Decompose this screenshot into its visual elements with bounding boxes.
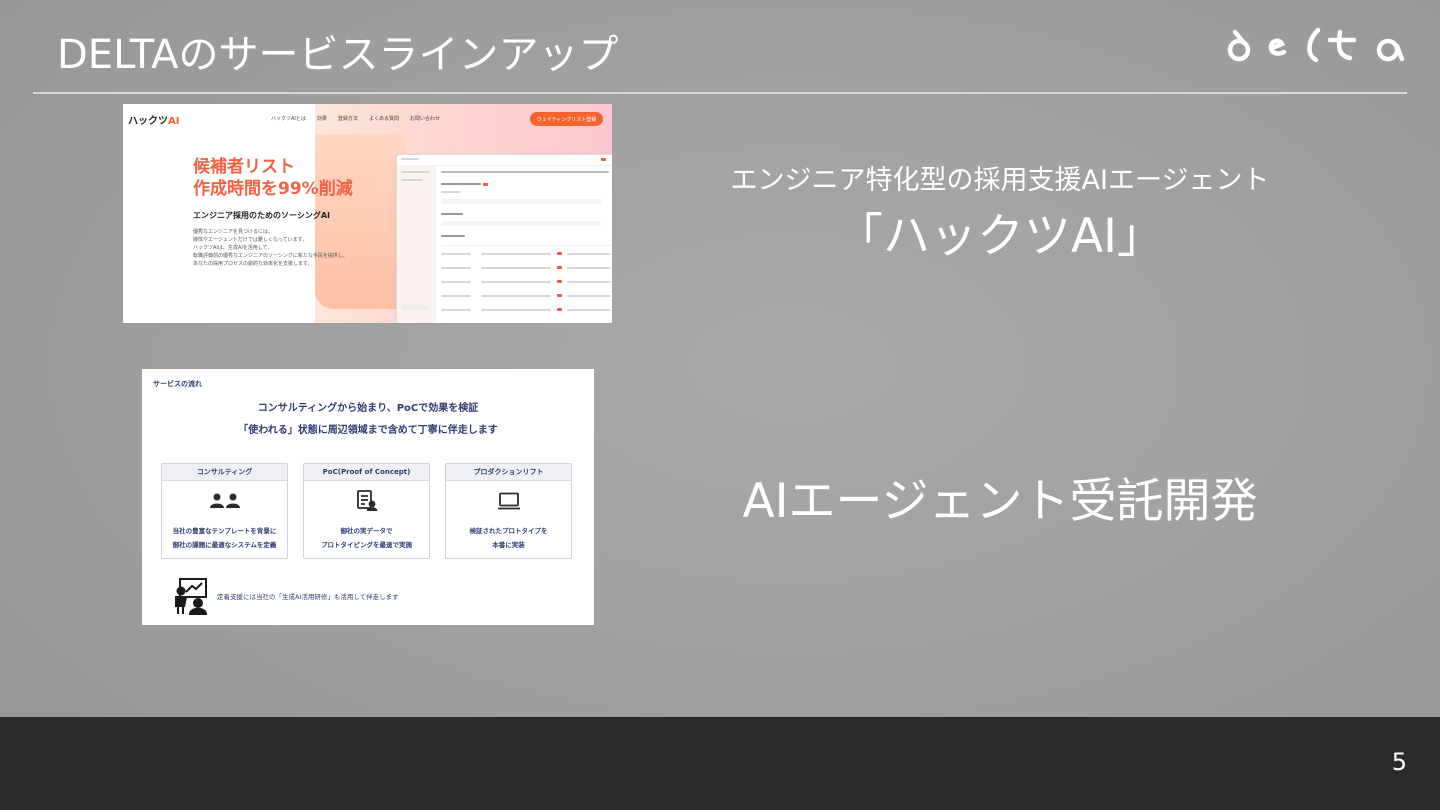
hackutsu-brand: ハックツAI	[128, 116, 180, 127]
people-icon	[162, 491, 287, 511]
service-flow-heading: コンサルティングから始まり、PoCで効果を検証	[257, 403, 479, 414]
nav-item: よくある質問	[368, 116, 399, 122]
delta-logo	[1227, 27, 1405, 63]
hackutsu-tagline: エンジニア特化型の採用支援AIエージェント	[730, 165, 1270, 196]
flow-card-poc: PoC(Proof of Concept) 御社の実データで プロトタイピングを最…	[303, 463, 430, 559]
hackutsu-subheadline: エンジニア採用のためのソーシングAI	[193, 211, 331, 220]
nav-item: ハックツAIとは	[271, 116, 306, 122]
document-user-icon	[304, 490, 429, 512]
hackutsu-product-name: 「ハックツAI」	[835, 209, 1164, 264]
service-flow-screenshot: サービスの流れ コンサルティングから始まり、PoCで効果を検証 「使われる」状態…	[142, 369, 594, 625]
flow-card-consulting: コンサルティング 当社の豊富なテンプレートを背景に 御社の課題に最適なシステムを定…	[161, 463, 288, 559]
service-flow-footnote: 定着支援には当社の「生成AI活用研修」も活用して伴走します	[217, 593, 399, 601]
footer-bar	[0, 717, 1440, 810]
service-flow-label: サービスの流れ	[153, 380, 202, 388]
laptop-icon	[446, 491, 571, 511]
hackutsu-nav: ハックツAIとは 効果 登録方法 よくある質問 お問い合わせ	[271, 115, 440, 122]
slide-title: DELTAのサービスラインアップ	[57, 32, 619, 78]
contract-dev-product-name: AIエージェント受託開発	[742, 474, 1258, 529]
page-number: 5	[1391, 748, 1407, 776]
nav-item: 効果	[316, 116, 327, 122]
hackutsu-body: 優秀なエンジニアを見つけるには、 媒体やエージェントだけでは難しくなっています。…	[193, 229, 348, 267]
flow-card-production: プロダクションリフト 検証されたプロトタイプを 本番に実装	[445, 463, 572, 559]
hackutsu-headline: 候補者リスト 作成時間を99%削減	[193, 157, 353, 199]
nav-item: お問い合わせ	[409, 116, 440, 122]
nav-item: 登録方法	[337, 116, 358, 122]
waitlist-button: ウェイティングリスト登録	[530, 112, 603, 126]
app-preview	[396, 154, 612, 323]
hackutsu-screenshot: ハックツAI ハックツAIとは 効果 登録方法 よくある質問 お問い合わせ ウェ…	[123, 104, 612, 323]
service-flow-subheading: 「使われる」状態に周辺領域まで含めて丁寧に伴走します	[238, 425, 498, 436]
header-divider	[33, 92, 1407, 94]
training-presentation-icon	[175, 578, 208, 615]
